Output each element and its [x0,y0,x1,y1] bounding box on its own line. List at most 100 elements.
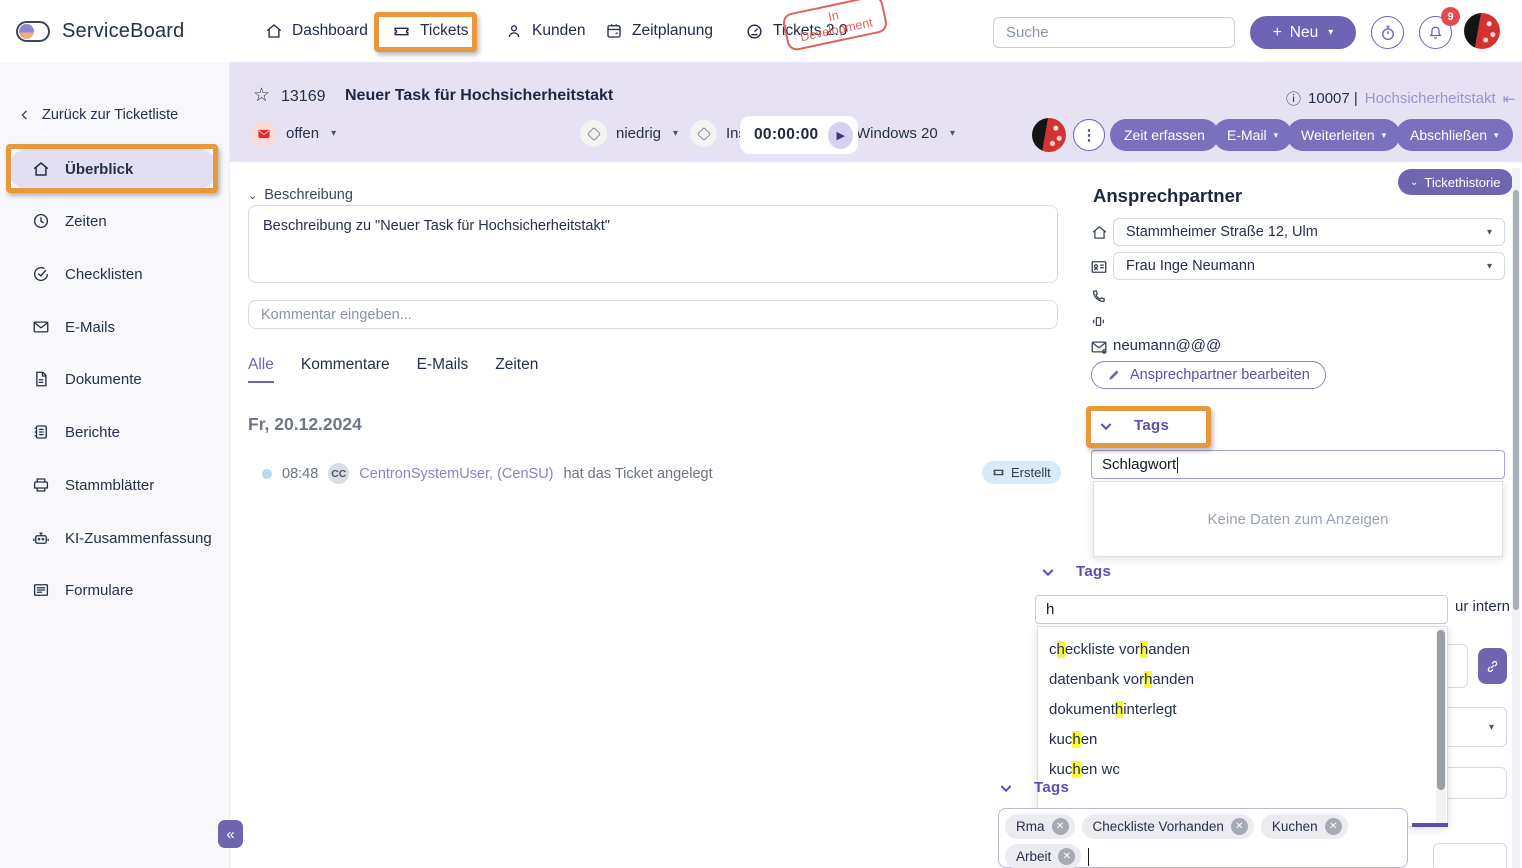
assignee-avatar[interactable] [1032,118,1066,152]
chevron-down-icon: ▾ [1382,130,1387,141]
tab-emails[interactable]: E-Mails [417,356,469,383]
home-icon [1091,224,1108,241]
user-avatar[interactable] [1464,13,1500,49]
tags-section-label: Tags [1076,563,1111,580]
robot-icon [32,529,50,547]
page-scrollbar-thumb[interactable] [1513,190,1519,610]
timeline-time: 08:48 [282,466,318,482]
chevron-down-icon: ▾ [331,128,336,139]
link-button[interactable] [1478,648,1507,684]
sidebar-item-label: Dokumente [65,371,142,388]
remove-tag-icon[interactable]: ✕ [1058,848,1075,865]
goto-customer-icon[interactable]: ⇤ [1503,90,1516,108]
tag-autocomplete-input[interactable]: h [1035,595,1448,624]
tag-suggestion[interactable]: kuchen [1038,724,1447,754]
description-section-toggle[interactable]: ⌄ Beschreibung [248,187,353,203]
tag-suggestion[interactable]: datenbank vorhanden [1038,664,1447,694]
status-dropdown[interactable]: offen ▾ [250,120,336,147]
ticket-history-button[interactable]: ⌄ Tickethistorie [1398,169,1513,195]
priority-dropdown[interactable]: niedrig ▾ [580,120,678,147]
background-input[interactable] [1433,843,1507,868]
tag-search-value: Schlagwort [1102,456,1176,473]
more-actions-button[interactable]: ⋮ [1073,119,1105,151]
ticket-id: 13169 [281,88,326,106]
tab-zeiten[interactable]: Zeiten [495,356,538,383]
edit-contact-button[interactable]: Ansprechpartner bearbeiten [1091,361,1326,389]
record-time-label: Zeit erfassen [1124,127,1205,143]
remove-tag-icon[interactable]: ✕ [1231,818,1248,835]
chevron-down-icon: ⌄ [1410,177,1418,188]
forward-button-label: Weiterleiten [1301,127,1375,143]
nav-tickets-label: Tickets [420,22,469,40]
nav-zeitplanung[interactable]: Zeitplanung [605,0,713,62]
chain-link-icon [1485,659,1500,674]
description-section-label: Beschreibung [264,187,353,203]
nav-dashboard-label: Dashboard [292,22,368,40]
tags-chips-input[interactable]: Rma ✕ Checkliste Vorhanden ✕ Kuchen ✕ Ar… [998,808,1408,868]
back-to-ticketlist-link[interactable]: Zurück zur Ticketliste [18,107,178,123]
stopwatch-icon [1379,24,1397,42]
mobile-phone-icon [1090,313,1107,330]
text-cursor [1088,848,1089,866]
tag-suggestion[interactable]: kuchen wc [1038,754,1447,784]
customer-id: 10007 | [1308,90,1358,107]
chevron-down-icon [998,780,1014,796]
tag-suggestion[interactable]: dokument hinterlegt [1038,694,1447,724]
dropdown-scrollbar-thumb[interactable] [1437,630,1445,790]
sidebar-item-formulare[interactable]: Formulare [32,578,133,602]
nav-kunden[interactable]: Kunden [505,0,585,62]
sidebar-collapse-button[interactable]: « [218,820,243,848]
tag-suggestions-empty: Keine Daten zum Anzeigen [1093,481,1503,557]
forward-button[interactable]: Weiterleiten ▾ [1287,119,1400,151]
play-icon[interactable]: ▶ [828,122,853,149]
sidebar: Zurück zur Ticketliste Überblick Zeiten … [0,62,230,868]
tag-chip-label: Checkliste Vorhanden [1093,819,1224,834]
search-input[interactable] [993,17,1235,48]
timer-quick-button[interactable] [1371,16,1404,49]
serviceboard-logo-icon [16,21,50,42]
home-icon [265,22,283,40]
email-button[interactable]: E-Mail ▾ [1213,119,1292,151]
sidebar-item-zeiten[interactable]: Zeiten [32,209,107,233]
nav-dashboard[interactable]: Dashboard [265,0,368,62]
tag-search-input[interactable]: Schlagwort [1091,450,1505,479]
sidebar-item-ueberblick[interactable]: Überblick [32,157,133,181]
chevron-down-icon: ▾ [1489,722,1494,733]
contact-person-select[interactable]: Frau Inge Neumann ▾ [1113,252,1505,280]
back-to-ticketlist-label: Zurück zur Ticketliste [42,107,178,123]
sidebar-item-dokumente[interactable]: Dokumente [32,367,142,391]
email-button-label: E-Mail [1227,127,1267,143]
remove-tag-icon[interactable]: ✕ [1052,818,1069,835]
sidebar-item-label: Checklisten [65,266,143,283]
chevron-down-icon: ▾ [950,128,955,139]
tags-section-toggle[interactable]: Tags [1040,563,1111,580]
comment-input[interactable] [248,300,1058,329]
new-button[interactable]: + Neu ▾ [1250,16,1356,49]
tags-section-toggle[interactable]: Tags [998,779,1069,796]
tab-kommentare[interactable]: Kommentare [301,356,390,383]
tab-alle[interactable]: Alle [248,356,274,383]
sidebar-item-label: KI-Zusammenfassung [65,530,212,547]
tag-suggestion[interactable]: checkliste vorhanden [1038,634,1447,664]
record-time-button[interactable]: Zeit erfassen [1110,119,1219,151]
sidebar-item-stammblaetter[interactable]: Stammblätter [32,473,154,497]
contact-address-select[interactable]: Stammheimer Straße 12, Ulm ▾ [1113,218,1505,246]
sidebar-item-checklisten[interactable]: Checklisten [32,262,143,286]
description-textarea[interactable]: Beschreibung zu "Neuer Task für Hochsich… [248,205,1058,283]
tags-section-toggle[interactable]: Tags [1098,417,1169,434]
customer-name-link[interactable]: Hochsicherheitstakt [1365,90,1496,107]
favorite-star-icon[interactable]: ☆ [253,86,270,105]
envelope-icon [32,318,50,336]
tag-chip: Arbeit ✕ [1005,844,1081,868]
report-icon [32,423,50,441]
timeline-user-link[interactable]: CentronSystemUser, (CenSU) [359,466,553,482]
sidebar-item-label: Stammblätter [65,477,154,494]
sidebar-item-ki-zusammenfassung[interactable]: KI-Zusammenfassung [32,526,212,550]
nav-tickets[interactable]: Tickets [392,0,469,62]
remove-tag-icon[interactable]: ✕ [1325,818,1342,835]
info-icon[interactable]: ⓘ [1286,88,1301,109]
tag-suggestions-dropdown: checkliste vorhanden datenbank vorhanden… [1037,626,1448,827]
close-ticket-button[interactable]: Abschließen ▾ [1396,119,1513,151]
sidebar-item-emails[interactable]: E-Mails [32,315,115,339]
sidebar-item-berichte[interactable]: Berichte [32,420,120,444]
